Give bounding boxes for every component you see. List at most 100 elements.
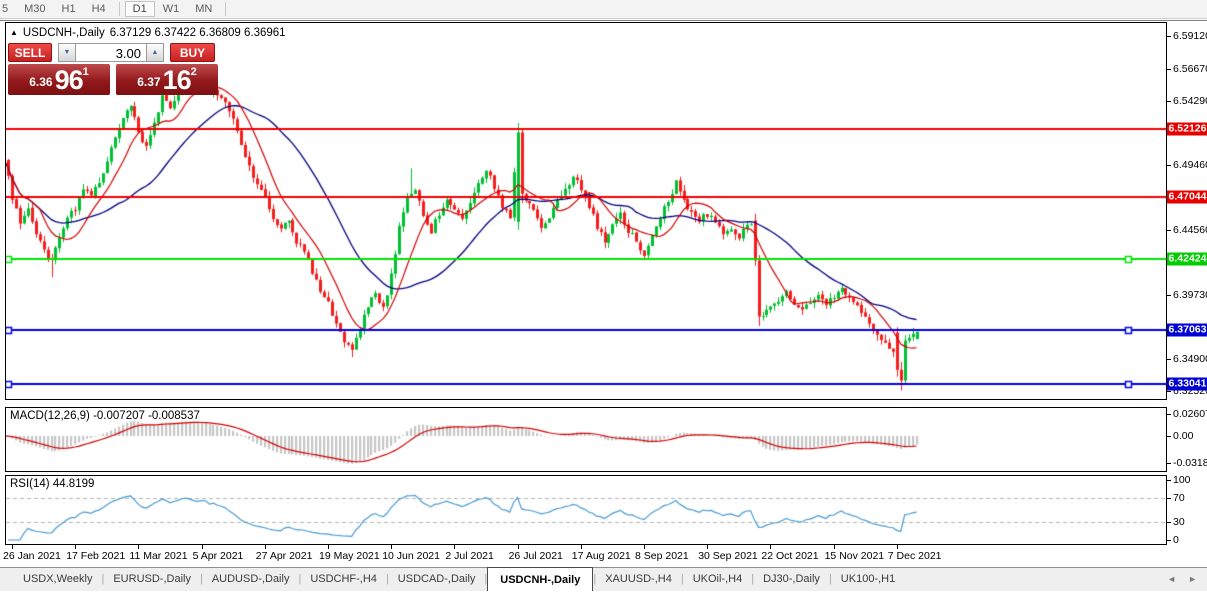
date-axis-tick <box>644 545 645 549</box>
macd-axis-label: 0.00 <box>1173 430 1193 442</box>
timeframe-button-h1[interactable]: H1 <box>54 1 84 17</box>
chart-tab-dj30daily[interactable]: DJ30-,Daily <box>754 568 829 591</box>
chart-tab-bar: USDX,Weekly|EURUSD-,Daily|AUDUSD-,Daily|… <box>0 567 1207 591</box>
buy-price-base: 6.37 <box>137 75 160 89</box>
hline-price-badge: 6.42424 <box>1167 252 1207 265</box>
rsi-axis-tick <box>1167 498 1171 499</box>
price-axis-label: 6.59120 <box>1173 30 1207 42</box>
date-axis-label: 19 May 2021 <box>319 550 380 562</box>
date-axis-label: 8 Sep 2021 <box>635 550 689 562</box>
buy-button[interactable]: BUY <box>170 43 215 62</box>
hline-price-badge: 6.33041 <box>1167 377 1207 390</box>
buy-price-pips: 16 <box>163 68 191 93</box>
date-axis-label: 30 Sep 2021 <box>698 550 758 562</box>
timeframe-button-w1[interactable]: W1 <box>155 1 188 17</box>
date-axis-label: 5 Apr 2021 <box>193 550 244 562</box>
macd-axis-tick <box>1167 436 1171 437</box>
chart-tab-uk100h1[interactable]: UK100-,H1 <box>832 568 904 591</box>
date-axis-label: 22 Oct 2021 <box>761 550 818 562</box>
volume-decrease-button[interactable]: ▼ <box>58 43 76 62</box>
date-axis-tick <box>897 545 898 549</box>
chart-tab-usdcnhdaily[interactable]: USDCNH-,Daily <box>487 567 593 591</box>
date-axis-label: 2 Jul 2021 <box>445 550 493 562</box>
tab-scroll-left-button[interactable]: ◄ <box>1167 575 1176 584</box>
volume-spinner: ▼ 3.00 ▲ <box>58 43 164 62</box>
date-axis-label: 26 Jul 2021 <box>509 550 563 562</box>
date-axis-tick <box>581 545 582 549</box>
price-axis-label: 6.34900 <box>1173 353 1207 365</box>
trade-panel-controls: SELL ▼ 3.00 ▲ BUY <box>8 43 218 62</box>
chart-tab-usdxweekly[interactable]: USDX,Weekly <box>14 568 101 591</box>
volume-input[interactable]: 3.00 <box>76 43 146 62</box>
sell-price-base: 6.36 <box>29 75 52 89</box>
hline-price-badge: 6.37063 <box>1167 324 1207 337</box>
chart-window-frame <box>0 20 1207 21</box>
timeframe-button-5[interactable]: 5 <box>0 1 16 17</box>
date-axis-label: 11 Mar 2021 <box>129 550 187 562</box>
macd-axis-tick <box>1167 463 1171 464</box>
chart-tab-usdcaddaily[interactable]: USDCAD-,Daily <box>389 568 485 591</box>
date-axis-tick <box>265 545 266 549</box>
timeframe-button-h4[interactable]: H4 <box>84 1 114 17</box>
macd-indicator-label: MACD(12,26,9) -0.007207 -0.008537 <box>10 410 200 422</box>
hline-price-badge: 6.52126 <box>1167 123 1207 136</box>
chart-ohlc-values: 6.37129 6.37422 6.36809 6.36961 <box>110 27 286 39</box>
price-axis-tick <box>1167 391 1171 392</box>
macd-axis-tick <box>1167 414 1171 415</box>
date-axis-label: 26 Jan 2021 <box>3 550 61 562</box>
price-axis-tick <box>1167 359 1171 360</box>
date-axis-label: 10 Jun 2021 <box>382 550 440 562</box>
price-axis-tick <box>1167 69 1171 70</box>
collapse-panel-icon[interactable]: ▲ <box>10 28 18 38</box>
chart-tab-usdchfh4[interactable]: USDCHF-,H4 <box>301 568 386 591</box>
toolbar-separator <box>225 2 226 16</box>
trade-panel-prices: 6.36 96 1 6.37 16 2 <box>8 64 218 95</box>
toolbar-separator <box>119 2 120 16</box>
chart-header: ▲ USDCNH-,Daily 6.37129 6.37422 6.36809 … <box>10 27 286 39</box>
rsi-axis-label: 100 <box>1173 474 1191 486</box>
date-axis-tick <box>770 545 771 549</box>
timeframe-button-m30[interactable]: M30 <box>16 1 53 17</box>
date-axis-label: 7 Dec 2021 <box>888 550 942 562</box>
price-axis-label: 6.39730 <box>1173 289 1207 301</box>
price-axis-tick <box>1167 36 1171 37</box>
tab-scroll-controls: ◄ ► <box>1167 575 1197 584</box>
date-axis-label: 17 Feb 2021 <box>66 550 125 562</box>
rsi-axis-tick <box>1167 540 1171 541</box>
date-axis-label: 15 Nov 2021 <box>825 550 885 562</box>
date-axis-label: 17 Aug 2021 <box>572 550 631 562</box>
sell-price-pips: 96 <box>55 68 83 93</box>
buy-price-point: 2 <box>191 66 197 78</box>
one-click-trading-panel: SELL ▼ 3.00 ▲ BUY 6.36 96 1 6.37 16 2 <box>8 43 218 95</box>
price-axis-label: 6.44560 <box>1173 224 1207 236</box>
chart-tab-xauusdh4[interactable]: XAUUSD-,H4 <box>596 568 681 591</box>
chart-tab-eurusddaily[interactable]: EURUSD-,Daily <box>104 568 200 591</box>
chart-tab-audusddaily[interactable]: AUDUSD-,Daily <box>203 568 299 591</box>
chart-tab-ukoilh4[interactable]: UKOil-,H4 <box>684 568 752 591</box>
date-axis-tick <box>707 545 708 549</box>
sell-button[interactable]: SELL <box>8 43 52 62</box>
hline-price-badge: 6.47044 <box>1167 191 1207 204</box>
triangle-down-icon: ▼ <box>64 49 71 56</box>
mt4-window: 5M30H1H4 D1W1MN ▲ USDCNH-,Daily 6.37129 6… <box>0 0 1207 593</box>
date-axis-tick <box>12 545 13 549</box>
buy-price-display[interactable]: 6.37 16 2 <box>116 64 218 95</box>
price-axis-tick <box>1167 230 1171 231</box>
rsi-canvas[interactable] <box>6 476 1166 544</box>
price-axis-tick <box>1167 101 1171 102</box>
timeframe-button-mn[interactable]: MN <box>187 1 220 17</box>
price-axis-label: 6.32520 <box>1173 385 1207 397</box>
tab-scroll-right-button[interactable]: ► <box>1188 575 1197 584</box>
date-axis-tick <box>454 545 455 549</box>
timeframe-toolbar: 5M30H1H4 D1W1MN <box>0 0 1207 19</box>
date-axis-tick <box>834 545 835 549</box>
volume-increase-button[interactable]: ▲ <box>146 43 164 62</box>
rsi-indicator-pane <box>5 475 1167 545</box>
triangle-up-icon: ▲ <box>152 49 159 56</box>
macd-axis-label: 0.02607 <box>1173 408 1207 420</box>
price-axis-label: 6.54290 <box>1173 95 1207 107</box>
date-axis-tick <box>138 545 139 549</box>
sell-price-display[interactable]: 6.36 96 1 <box>8 64 110 95</box>
price-axis-tick <box>1167 165 1171 166</box>
timeframe-button-d1[interactable]: D1 <box>125 1 155 17</box>
